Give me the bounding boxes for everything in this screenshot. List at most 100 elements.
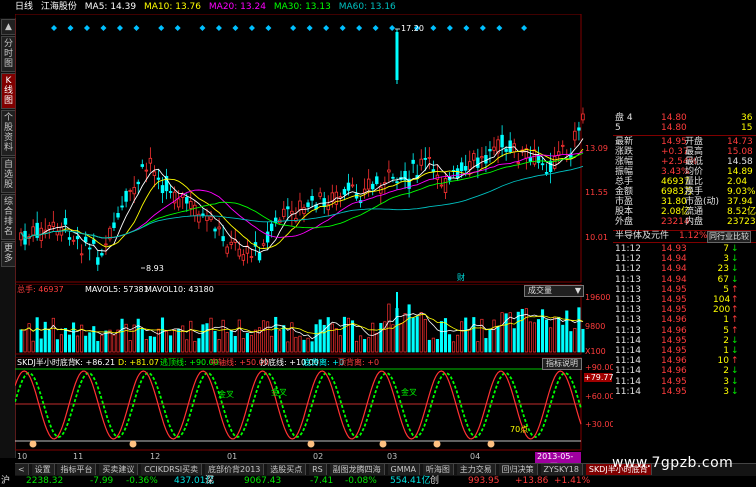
- sz-percent: -0.08%: [345, 476, 377, 486]
- candle-body: [282, 208, 286, 217]
- price-chart[interactable]: 17.20 8.93 财 13.09 11.55 10.01: [15, 14, 613, 284]
- tick-volume: 3: [723, 386, 729, 397]
- tab-indicator-platform[interactable]: 指标平台: [57, 464, 97, 475]
- volume-bar: [545, 319, 549, 353]
- tick-price: 14.95: [661, 346, 687, 356]
- sector-name[interactable]: 半导体及元件: [615, 231, 669, 241]
- tab-main-trade[interactable]: 主力交易: [456, 464, 496, 475]
- volume-bar: [140, 328, 144, 353]
- quote-stat-row: 涨跌 +0.37 最高 15.08: [613, 147, 756, 157]
- diamond-icon: [215, 25, 222, 31]
- volume-bar: [298, 335, 302, 353]
- tab-zysky18[interactable]: ZYSKY18: [540, 464, 583, 475]
- volume-axis-label: X100: [585, 347, 606, 356]
- left-tab-intraday[interactable]: 分时图: [1, 36, 16, 72]
- volume-bar: [67, 334, 72, 353]
- diamond-icon: [372, 25, 379, 31]
- stat-value: 2.04: [727, 177, 748, 187]
- tab-bottom-divergence[interactable]: 底部价背2013: [205, 464, 265, 475]
- candle-body: [213, 228, 217, 232]
- price-axis-label: 10.01: [585, 233, 608, 242]
- volume-bar: [569, 331, 573, 353]
- left-tab-up[interactable]: ▲: [1, 19, 16, 35]
- indicator-help-button[interactable]: 指标说明: [542, 358, 582, 370]
- tab-trade-advice[interactable]: 买卖建议: [99, 464, 139, 475]
- candle-body: [371, 183, 375, 190]
- tab-ccikdrsi[interactable]: CCIKDRSI买卖: [141, 464, 203, 475]
- ma60-label: MA60: 13.16: [338, 2, 396, 12]
- financial-marker[interactable]: 财: [457, 272, 465, 282]
- volume-bar: [84, 335, 88, 353]
- tab-dragon[interactable]: 副图龙腾四海: [329, 464, 385, 475]
- candle-body: [265, 231, 270, 243]
- tick-time: 11:14: [615, 386, 641, 397]
- volume-bar: [407, 304, 411, 353]
- volume-bar: [411, 317, 415, 353]
- volume-bar: [205, 323, 209, 353]
- arrow-down-icon: ↓: [731, 376, 739, 387]
- tab-rs[interactable]: RS: [309, 464, 327, 475]
- tab-sea-chart[interactable]: 听海图: [422, 464, 454, 475]
- diamond-icon: [116, 25, 123, 31]
- candle-body: [112, 222, 116, 228]
- candle-body: [120, 205, 124, 208]
- tab-settings[interactable]: 设置: [31, 464, 55, 475]
- volume-bar: [249, 335, 253, 353]
- candle-body: [581, 113, 585, 121]
- volume-bar: [266, 321, 270, 353]
- candle-body: [306, 202, 310, 207]
- indicator-select[interactable]: 成交量 ▼: [524, 285, 584, 297]
- volume-bar: [346, 317, 351, 353]
- candle-body: [391, 176, 395, 179]
- candle-body: [217, 226, 221, 230]
- sh-index[interactable]: 2238.32: [26, 476, 63, 487]
- diamond-icon: [306, 25, 313, 31]
- candle-body: [423, 158, 427, 160]
- diamond-icon: [100, 25, 107, 31]
- date-tick: 10: [17, 452, 28, 461]
- left-tab-kline[interactable]: K线图: [1, 73, 16, 109]
- left-tab-more[interactable]: 更多: [1, 241, 16, 267]
- candle-body: [395, 181, 399, 184]
- tick-volume: 5: [723, 325, 729, 336]
- stat-label: 金额: [615, 187, 634, 197]
- sz-index[interactable]: 9067.43: [244, 476, 281, 487]
- volume-bar: [581, 328, 585, 353]
- candle-body: [480, 156, 484, 159]
- candle-body: [176, 198, 181, 208]
- candle-body: [132, 186, 136, 195]
- volume-bar: [262, 320, 266, 353]
- left-tab-ranking[interactable]: 综合排名: [1, 194, 16, 240]
- compare-button[interactable]: 同行业比较: [707, 231, 751, 243]
- diamond-icon: [232, 25, 239, 31]
- tab-regression[interactable]: 回归决策: [498, 464, 538, 475]
- cy-index[interactable]: 993.95: [468, 476, 500, 487]
- tab-stock-buy-points[interactable]: 选股买点: [267, 464, 307, 475]
- watermark: www.7gpzb.com: [612, 455, 734, 471]
- left-tab-profile[interactable]: 个股资料: [1, 110, 16, 156]
- volume-bar: [338, 335, 342, 353]
- skdj-chart[interactable]: SKDJ半小时底背 K: +86.21 D: +81.07 逃顶线: +90.0…: [15, 357, 613, 452]
- volume-bar: [415, 316, 419, 353]
- volume-bar: [59, 334, 63, 353]
- candle-body: [387, 169, 391, 173]
- candle-body: [47, 225, 51, 230]
- volume-bar: [213, 330, 217, 353]
- left-tab-watchlist[interactable]: 自选股: [1, 157, 16, 193]
- candle-body: [241, 254, 246, 261]
- buy-hand-icons: [29, 440, 495, 448]
- arrow-down-icon: ↓: [731, 264, 739, 275]
- candle-body: [128, 190, 132, 192]
- tick-price: 14.95: [661, 305, 687, 316]
- volume-bar: [31, 340, 35, 353]
- tab-scroll-left[interactable]: <: [15, 464, 29, 475]
- candle-body: [346, 182, 351, 191]
- tick-row: 11:14 14.95 3 ↓: [613, 377, 756, 387]
- tab-gmma[interactable]: GMMA: [387, 464, 420, 475]
- hand-icon: [29, 440, 37, 448]
- volume-bar: [484, 338, 488, 353]
- date-tick: 01: [227, 452, 238, 461]
- volume-bar: [500, 312, 504, 353]
- period-label[interactable]: 日线: [15, 2, 33, 12]
- high-annotation: 17.20: [401, 24, 424, 33]
